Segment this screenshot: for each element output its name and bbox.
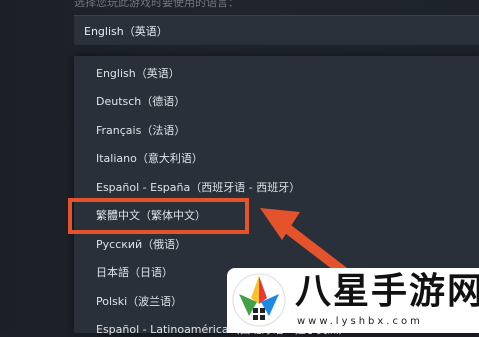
watermark: 八星手游网 www.lyshbx.com	[227, 268, 479, 333]
watermark-url: www.lyshbx.com	[297, 316, 423, 327]
watermark-logo	[232, 273, 286, 327]
watermark-title: 八星手游网	[295, 271, 479, 312]
